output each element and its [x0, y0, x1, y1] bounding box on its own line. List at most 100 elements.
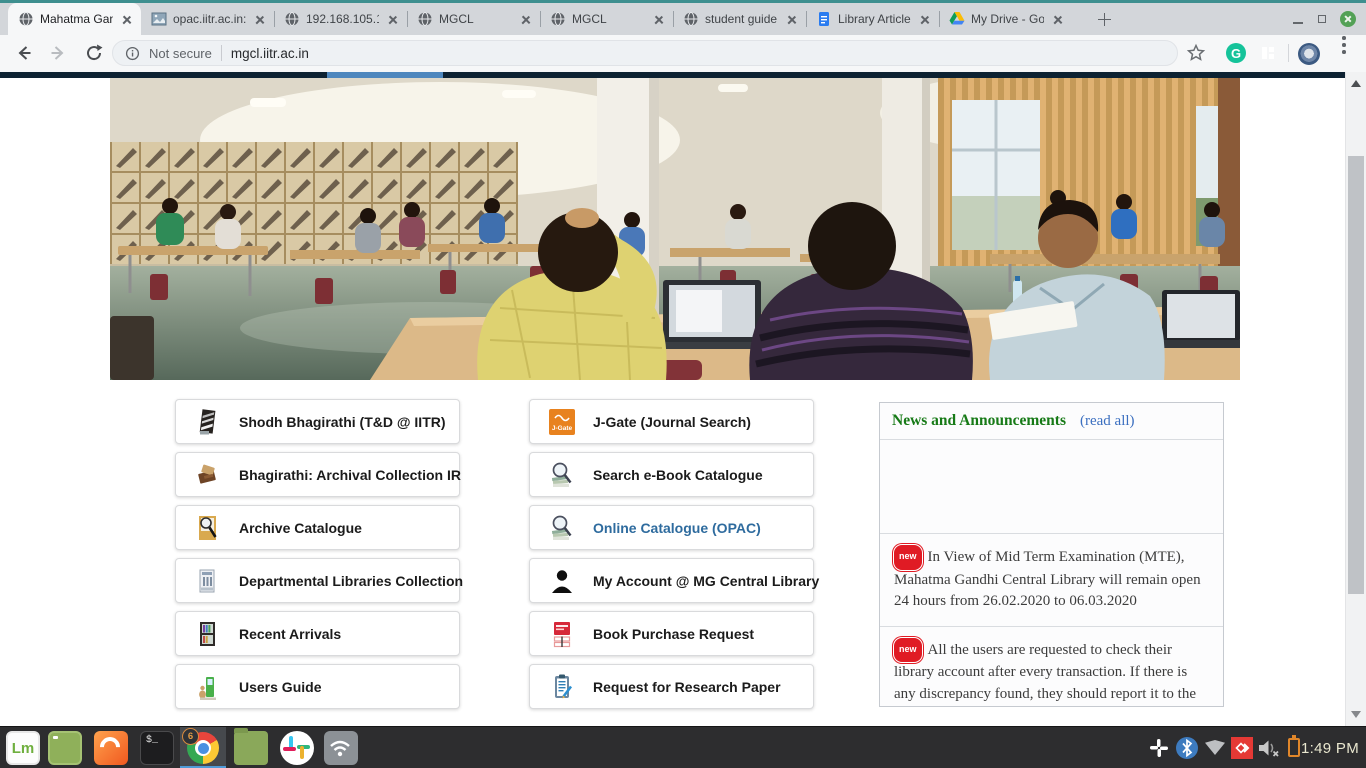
globe-favicon-icon	[284, 11, 300, 27]
globe-favicon-icon	[550, 11, 566, 27]
tab-title: My Drive - Goo	[971, 12, 1044, 26]
link-online-catalogue-opac[interactable]: Online Catalogue (OPAC)	[529, 505, 814, 550]
browser-tab-opac[interactable]: opac.iitr.ac.in:8	[141, 3, 274, 35]
browser-tab-student-guide[interactable]: student guide	[673, 3, 806, 35]
volume-muted-tray-icon[interactable]	[1257, 737, 1279, 759]
news-item: newIn View of Mid Term Examination (MTE)…	[880, 533, 1223, 626]
tab-close-icon[interactable]	[651, 11, 667, 27]
tab-close-icon[interactable]	[119, 11, 135, 27]
forward-button[interactable]	[48, 43, 68, 63]
globe-favicon-icon	[18, 11, 34, 27]
browser-tab-mgcl-2[interactable]: MGCL	[540, 3, 673, 35]
tab-title: opac.iitr.ac.in:8	[173, 12, 246, 26]
taskbar-clock[interactable]: 1:49 PM	[1301, 727, 1359, 768]
browser-tab-library-article[interactable]: Library Article D	[806, 3, 939, 35]
link-label: Archive Catalogue	[239, 520, 362, 536]
profile-avatar[interactable]	[1298, 43, 1320, 65]
bluetooth-tray-icon[interactable]	[1176, 737, 1198, 759]
url-text[interactable]: mgcl.iitr.ac.in	[231, 46, 309, 61]
browser-toolbar: Not secure mgcl.iitr.ac.in G	[0, 35, 1366, 72]
browser-tab-mgcl-home[interactable]: Mahatma Gand	[8, 3, 141, 35]
terminal-launcher-icon[interactable]: $_	[140, 731, 174, 765]
chrome-taskbar-button[interactable]: 6	[180, 727, 226, 768]
scrollbar-down-arrow-icon[interactable]	[1351, 711, 1361, 718]
grammarly-extension-icon[interactable]: G	[1226, 43, 1246, 63]
window-close-button[interactable]	[1340, 11, 1356, 27]
news-header: News and Announcements (read all)	[880, 403, 1223, 440]
news-panel: News and Announcements (read all) newIn …	[879, 402, 1224, 707]
tab-close-icon[interactable]	[518, 11, 534, 27]
link-search-ebook-catalogue[interactable]: Search e-Book Catalogue	[529, 452, 814, 497]
show-desktop-button[interactable]	[48, 731, 82, 765]
link-users-guide[interactable]: Users Guide	[175, 664, 460, 709]
mint-menu-button[interactable]: Lm	[6, 731, 40, 765]
browser-tab-ip[interactable]: 192.168.105.14	[274, 3, 407, 35]
new-tab-button[interactable]	[1092, 7, 1117, 32]
globe-favicon-icon	[683, 11, 699, 27]
kiosk-guide-icon	[194, 671, 222, 703]
webpage: Shodh Bhagirathi (T&D @ IITR) Bhagirathi…	[0, 72, 1345, 726]
tab-close-icon[interactable]	[385, 11, 401, 27]
anydesk-tray-icon[interactable]	[1231, 737, 1253, 759]
news-text: All the users are requested to check the…	[894, 642, 1196, 702]
link-request-research-paper[interactable]: Request for Research Paper	[529, 664, 814, 709]
back-button[interactable]	[14, 43, 34, 63]
tab-close-icon[interactable]	[784, 11, 800, 27]
department-building-icon	[194, 565, 222, 597]
read-all-link[interactable]: (read all)	[1080, 413, 1135, 430]
slack-launcher-icon[interactable]	[280, 731, 314, 765]
link-my-account[interactable]: My Account @ MG Central Library	[529, 558, 814, 603]
link-archive-catalogue[interactable]: Archive Catalogue	[175, 505, 460, 550]
hero-photo-art	[110, 78, 1240, 380]
link-label: Recent Arrivals	[239, 626, 341, 642]
link-label: Bhagirathi: Archival Collection IR	[239, 467, 461, 483]
window-minimize-button[interactable]	[1290, 11, 1306, 27]
link-recent-arrivals[interactable]: Recent Arrivals	[175, 611, 460, 656]
security-label[interactable]: Not secure	[149, 46, 212, 61]
scrollbar-thumb[interactable]	[1348, 156, 1364, 594]
new-badge: new	[894, 545, 922, 570]
browser-tab-mgcl-1[interactable]: MGCL	[407, 3, 540, 35]
link-shodh-bhagirathi[interactable]: Shodh Bhagirathi (T&D @ IITR)	[175, 399, 460, 444]
link-label: Online Catalogue (OPAC)	[593, 520, 761, 536]
new-badge: new	[894, 638, 922, 663]
jgate-text: J-Gate	[552, 425, 573, 432]
tab-close-icon[interactable]	[252, 11, 268, 27]
address-bar[interactable]: Not secure mgcl.iitr.ac.in	[112, 40, 1178, 66]
google-docs-favicon-icon	[816, 11, 832, 27]
link-jgate[interactable]: J-Gate J-Gate (Journal Search)	[529, 399, 814, 444]
user-silhouette-icon	[548, 565, 576, 597]
browser-tab-my-drive[interactable]: My Drive - Goo	[939, 3, 1072, 35]
wifi-launcher-icon[interactable]	[324, 731, 358, 765]
tab-title: MGCL	[439, 12, 512, 26]
link-label: Book Purchase Request	[593, 626, 754, 642]
reload-button[interactable]	[84, 43, 104, 63]
archive-box-icon	[194, 459, 222, 491]
firefox-launcher-icon[interactable]	[94, 731, 128, 765]
bookshelf-icon	[194, 618, 222, 650]
link-label: Search e-Book Catalogue	[593, 467, 763, 483]
link-label: Users Guide	[239, 679, 321, 695]
archive-search-icon	[194, 512, 222, 544]
info-icon[interactable]	[125, 46, 140, 61]
tab-close-icon[interactable]	[1050, 11, 1066, 27]
link-book-purchase-request[interactable]: Book Purchase Request	[529, 611, 814, 656]
file-manager-launcher-icon[interactable]	[234, 731, 268, 765]
screen: Mahatma Gand opac.iitr.ac.in:8 192.168.1…	[0, 0, 1366, 768]
scrollbar-up-arrow-icon[interactable]	[1351, 80, 1361, 87]
bookmark-star-icon[interactable]	[1186, 43, 1206, 68]
link-bhagirathi-archival[interactable]: Bhagirathi: Archival Collection IR	[175, 452, 460, 497]
link-departmental-libraries[interactable]: Departmental Libraries Collection	[175, 558, 460, 603]
battery-tray-icon[interactable]	[1288, 738, 1300, 757]
slack-tray-icon[interactable]	[1148, 737, 1170, 759]
toolbar-divider	[1288, 44, 1289, 62]
window-maximize-button[interactable]	[1314, 11, 1330, 27]
tab-close-icon[interactable]	[917, 11, 933, 27]
network-signal-tray-icon[interactable]	[1204, 737, 1226, 759]
link-label: J-Gate (Journal Search)	[593, 414, 751, 430]
page-scrollbar[interactable]	[1345, 72, 1366, 726]
link-label: Departmental Libraries Collection	[239, 573, 463, 589]
quick-links-column-middle: J-Gate J-Gate (Journal Search) Search e-…	[529, 399, 814, 717]
red-book-icon	[548, 618, 576, 650]
tab-title: Mahatma Gand	[40, 12, 113, 26]
